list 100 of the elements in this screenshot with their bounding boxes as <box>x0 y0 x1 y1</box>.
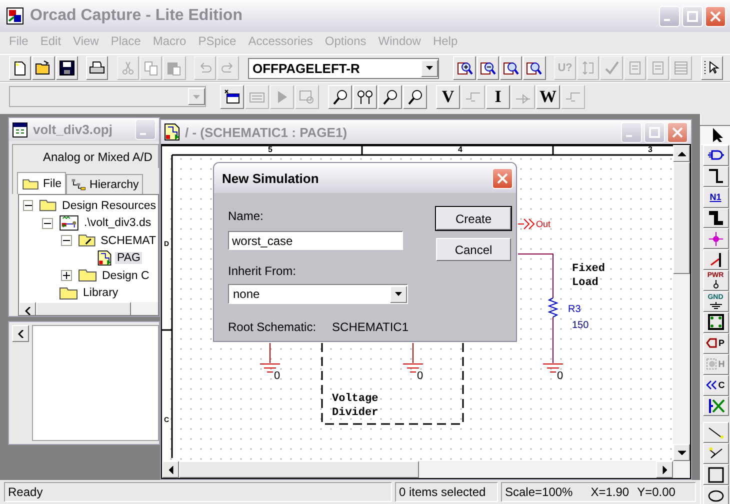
junction-icon <box>706 230 724 247</box>
ruler-label: 3 <box>648 146 652 154</box>
part-value: 150 <box>572 321 589 331</box>
scroll-left-button[interactable] <box>12 325 29 342</box>
ellipse-icon <box>706 488 724 504</box>
marker-icon <box>382 88 398 104</box>
wire-icon <box>706 168 724 184</box>
net-label: 0 <box>274 371 280 382</box>
palette-button[interactable] <box>702 464 728 486</box>
tree-item[interactable]: Library <box>81 287 120 300</box>
tab[interactable]: File <box>17 172 66 194</box>
ground-symbol-icon <box>710 302 722 310</box>
dialog-button[interactable]: Create <box>436 207 511 230</box>
port-label: Out <box>536 220 551 229</box>
check-icon <box>604 60 620 76</box>
part-reference: R3 <box>568 305 581 315</box>
close-icon <box>710 10 721 22</box>
expand-toggle[interactable] <box>61 235 72 246</box>
up-arrow-icon <box>678 150 686 156</box>
scrollbar-thumb[interactable] <box>179 461 419 478</box>
list-icon <box>673 60 690 76</box>
inherit-dropdown[interactable]: none <box>228 284 408 304</box>
toolbar-button[interactable]: V <box>436 84 460 108</box>
pin-icon <box>706 358 718 370</box>
ruler-label: 5 <box>268 146 272 154</box>
window-title: volt_div3.opj <box>33 122 114 138</box>
name-field[interactable]: worst_case <box>228 231 403 250</box>
new-profile-icon <box>224 88 240 104</box>
status-coordinate: X=1.90 <box>590 485 630 499</box>
palette-button[interactable]: N1 <box>702 186 728 208</box>
scrollbar-thumb[interactable] <box>673 162 690 274</box>
plus-icon <box>63 272 70 280</box>
hierarchy-icon <box>70 178 86 192</box>
resistor-symbol <box>548 298 558 318</box>
new-page-icon <box>12 60 28 76</box>
pointer-icon <box>704 60 720 76</box>
no-connect-icon <box>706 398 724 414</box>
window-title: / - (SCHEMATIC1 : PAGE1) <box>185 124 348 140</box>
folder-icon <box>78 269 97 282</box>
tab[interactable]: Hierarchy <box>66 174 143 194</box>
tree-item[interactable]: Design C <box>100 270 152 282</box>
expand-toggle[interactable] <box>61 270 72 282</box>
document-icon <box>626 60 643 76</box>
palette-button[interactable] <box>702 396 728 416</box>
left-arrow-icon <box>168 466 174 474</box>
zoom-fit-icon <box>526 60 542 76</box>
arrows-icon <box>580 60 596 76</box>
maximize-icon <box>687 10 698 22</box>
palette-button[interactable] <box>702 249 728 270</box>
toolbar-button[interactable]: I <box>486 84 510 108</box>
down-arrow-icon <box>678 450 686 456</box>
part-dropdown[interactable]: OFFPAGELEFT-R <box>248 58 440 78</box>
scroll-left-button[interactable] <box>162 461 179 478</box>
folder-icon <box>59 286 78 300</box>
design-icon <box>59 215 79 232</box>
clipboard-icon <box>166 60 182 76</box>
toolbar-button[interactable]: W <box>536 84 560 108</box>
palette-button[interactable] <box>702 485 728 504</box>
window-title: Orcad Capture - Lite Edition <box>30 7 244 25</box>
tree-item[interactable]: SCHEMAT <box>98 234 158 247</box>
line-icon <box>706 424 724 441</box>
off-page-icon <box>706 379 718 392</box>
block-icon <box>706 314 724 330</box>
status-coordinate: Y=0.00 <box>637 485 676 499</box>
right-arrow-icon <box>662 466 668 474</box>
scroll-left-button[interactable] <box>19 302 36 315</box>
dialog-title: New Simulation <box>222 170 320 186</box>
ruler-label: 4 <box>458 146 462 154</box>
marker-icon <box>407 88 423 104</box>
net-label: 0 <box>417 371 424 382</box>
rectangle-icon <box>706 466 724 483</box>
close-button[interactable] <box>492 168 513 188</box>
folder-icon <box>78 234 96 248</box>
palette-button[interactable] <box>702 208 728 228</box>
palette-button[interactable]: C <box>702 374 728 396</box>
net-label: 0 <box>557 371 564 382</box>
probe-icon <box>299 88 315 104</box>
minimize-icon <box>626 135 632 137</box>
document-icon <box>650 60 666 76</box>
copy-icon <box>143 60 160 76</box>
tree-item[interactable]: PAG <box>115 252 142 264</box>
expand-toggle[interactable] <box>23 200 34 212</box>
folder-icon <box>22 178 39 190</box>
expand-toggle[interactable] <box>42 218 53 229</box>
scroll-down-button[interactable] <box>673 444 690 461</box>
tree-item[interactable]: Design Resources <box>60 200 158 212</box>
palette-button[interactable] <box>702 422 728 444</box>
field-label: Name: <box>228 209 264 223</box>
palette-button[interactable] <box>702 443 728 464</box>
palette-button[interactable]: P <box>702 332 728 354</box>
palette-button[interactable] <box>702 144 728 166</box>
scrollbar-thumb[interactable] <box>36 302 131 315</box>
printer-icon <box>89 60 106 76</box>
palette-button[interactable] <box>702 312 728 333</box>
scroll-right-button[interactable] <box>656 461 673 478</box>
close-button[interactable] <box>705 6 726 26</box>
palette-button[interactable] <box>702 166 728 187</box>
dialog-button[interactable]: Cancel <box>436 238 511 261</box>
tree-item[interactable]: .\volt_div3.ds <box>82 217 154 230</box>
scroll-up-button[interactable] <box>673 145 690 162</box>
